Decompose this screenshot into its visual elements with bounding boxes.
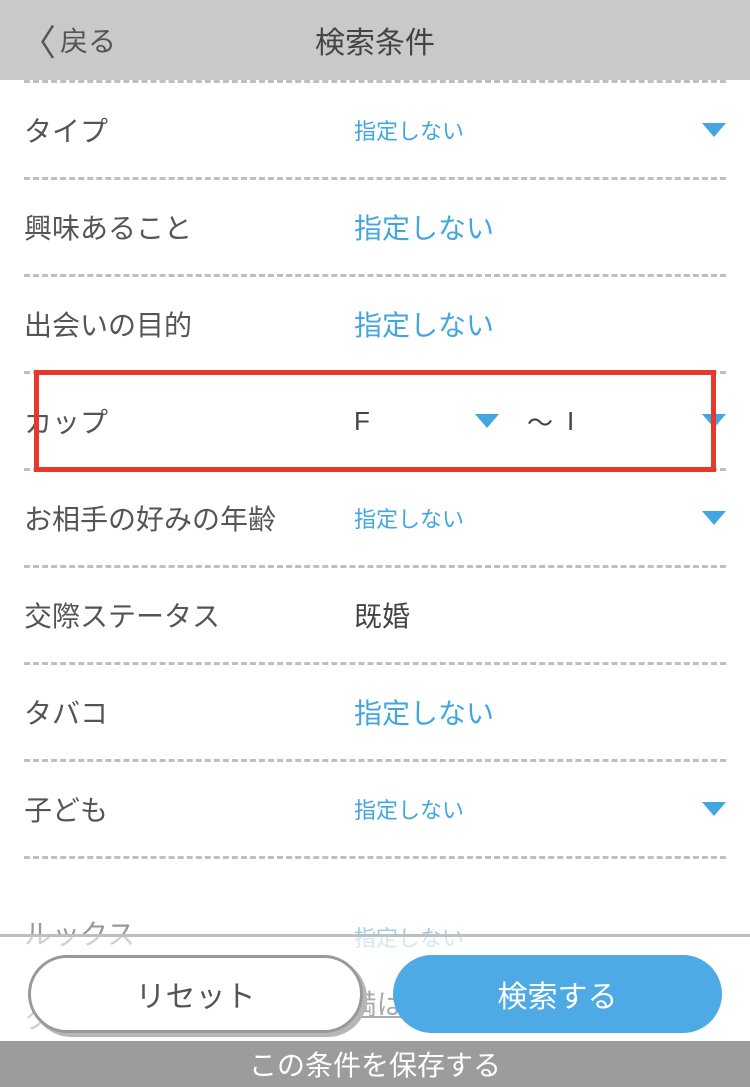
row-value: 指定しない <box>354 502 726 534</box>
range-to[interactable]: I <box>567 406 726 437</box>
row-label: 子ども <box>24 789 354 829</box>
range-from[interactable]: F <box>354 406 513 437</box>
chevron-left-icon: 〈 <box>20 14 56 66</box>
filter-list: タイプ 指定しない 興味あること 指定しない 出会いの目的 指定しない カップ … <box>0 80 750 859</box>
row-label: 交際ステータス <box>24 595 354 635</box>
row-label: タイプ <box>24 110 354 150</box>
row-value: 指定しない <box>354 304 726 344</box>
search-button[interactable]: 検索する <box>393 955 722 1033</box>
chevron-down-icon <box>475 414 499 428</box>
chevron-down-icon <box>702 511 726 525</box>
row-label: カップ <box>24 401 354 441</box>
row-tobacco[interactable]: タバコ 指定しない <box>24 665 726 759</box>
range-to-value: I <box>567 406 574 437</box>
row-value: 指定しない <box>354 207 726 247</box>
row-value: 指定しない <box>354 692 726 732</box>
row-age[interactable]: お相手の好みの年齢 指定しない <box>24 471 726 565</box>
row-children[interactable]: 子ども 指定しない <box>24 762 726 856</box>
row-label: 出会いの目的 <box>24 304 354 344</box>
range: F 〜 I <box>354 403 726 440</box>
chevron-down-icon <box>702 802 726 816</box>
page-title: 検索条件 <box>315 18 435 62</box>
row-value: 指定しない <box>354 114 726 146</box>
row-cup[interactable]: カップ F 〜 I <box>24 374 726 468</box>
row-status[interactable]: 交際ステータス 既婚 <box>24 568 726 662</box>
row-label: 興味あること <box>24 207 354 247</box>
row-value: 既婚 <box>354 595 726 635</box>
row-label: お相手の好みの年齢 <box>24 498 354 538</box>
reset-button[interactable]: リセット <box>28 955 363 1033</box>
range-from-value: F <box>354 406 370 437</box>
bottom-bar: リセット 検索する <box>0 934 750 1041</box>
row-value: 指定しない <box>354 793 726 825</box>
chevron-down-icon <box>702 414 726 428</box>
save-button[interactable]: この条件を保存する <box>0 1041 750 1087</box>
chevron-down-icon <box>702 123 726 137</box>
row-type[interactable]: タイプ 指定しない <box>24 83 726 177</box>
header: 〈 戻る 検索条件 <box>0 0 750 80</box>
row-label: タバコ <box>24 692 354 732</box>
back-label: 戻る <box>60 20 116 60</box>
range-tilde: 〜 <box>527 403 553 440</box>
back-button[interactable]: 〈 戻る <box>0 14 116 66</box>
row-interest[interactable]: 興味あること 指定しない <box>24 180 726 274</box>
row-purpose[interactable]: 出会いの目的 指定しない <box>24 277 726 371</box>
